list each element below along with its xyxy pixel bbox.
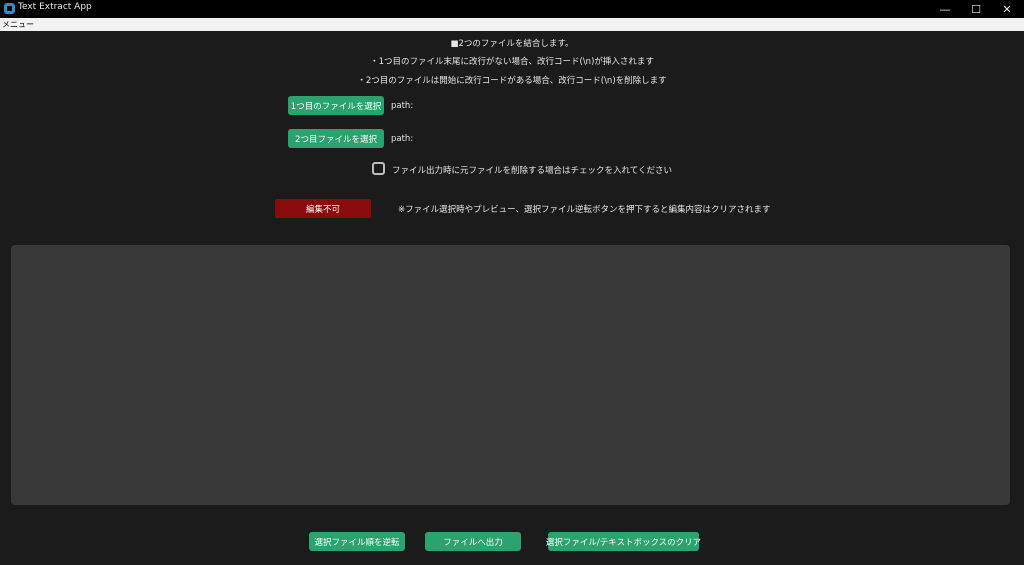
maximize-button[interactable]: ☐ — [960, 0, 992, 18]
select-file-2-button[interactable]: 2つ目ファイルを選択 — [288, 129, 384, 148]
edit-note: ※ファイル選択時やプレビュー、選択ファイル逆転ボタンを押下すると編集内容はクリア… — [398, 205, 771, 215]
reverse-order-button[interactable]: 選択ファイル順を逆転 — [309, 532, 405, 551]
file-2-path-label: path: — [391, 134, 414, 144]
close-button[interactable]: ✕ — [991, 0, 1023, 18]
info-line-2: ・1つ目のファイル末尾に改行がない場合、改行コード(\n)が挿入されます — [370, 57, 654, 67]
info-line-1: ■2つのファイルを結合します。 — [450, 39, 574, 49]
info-line-3: ・2つ目のファイルは開始に改行コードがある場合、改行コード(\n)を削除します — [357, 76, 667, 86]
edit-toggle-button[interactable]: 編集不可 — [275, 199, 371, 218]
preview-textbox[interactable] — [11, 245, 1010, 505]
file-1-path-label: path: — [391, 101, 414, 111]
select-file-1-button[interactable]: 1つ目のファイルを選択 — [288, 96, 384, 115]
delete-source-checkbox[interactable] — [372, 162, 385, 175]
delete-source-label: ファイル出力時に元ファイルを削除する場合はチェックを入れてください — [392, 166, 672, 176]
app-icon — [4, 3, 15, 14]
title-bar: Text Extract App — ☐ ✕ — [0, 0, 1024, 18]
output-file-button[interactable]: ファイルへ出力 — [425, 532, 521, 551]
minimize-button[interactable]: — — [929, 0, 961, 18]
menu-bar: メニュー — [0, 18, 1024, 31]
menu-item[interactable]: メニュー — [2, 19, 34, 30]
clear-button[interactable]: 選択ファイル/テキストボックスのクリア — [546, 532, 701, 551]
window-title: Text Extract App — [18, 2, 92, 12]
